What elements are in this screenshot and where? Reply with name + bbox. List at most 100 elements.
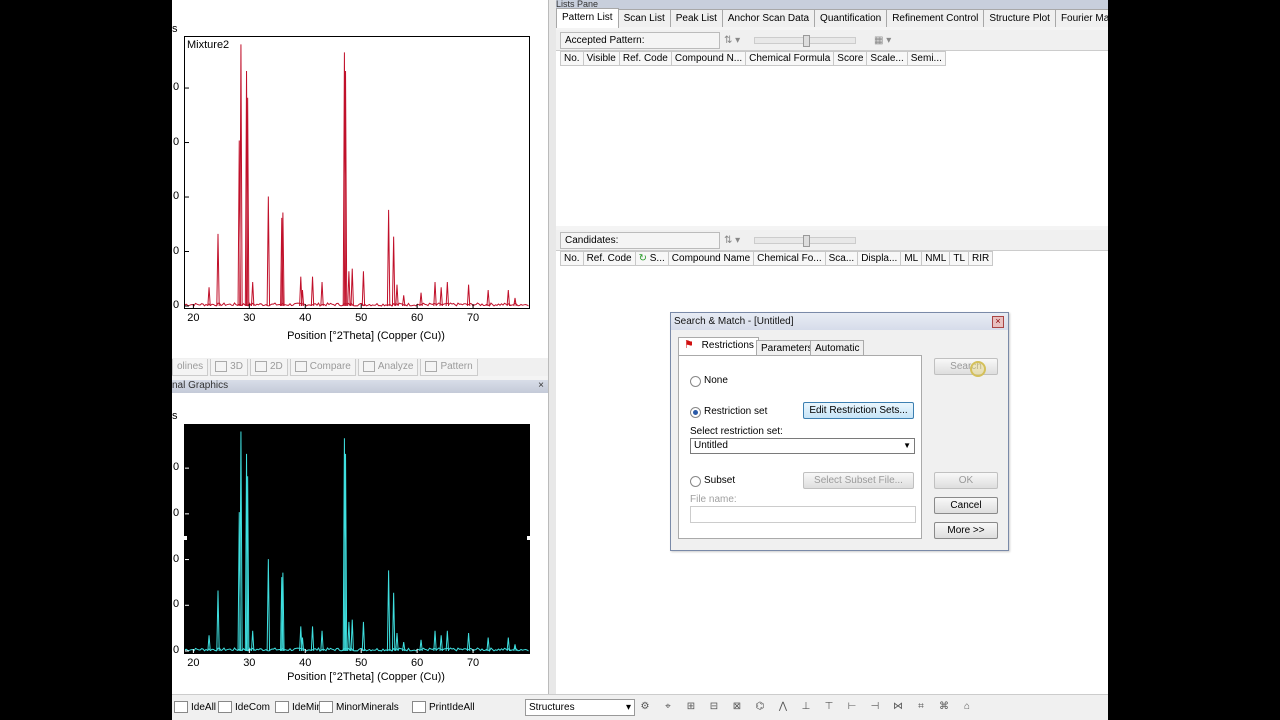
column-header[interactable]: Compound Name (668, 251, 755, 266)
toolbar-tool-icon[interactable]: ⌖ (661, 701, 675, 712)
diffraction-peak (391, 236, 396, 307)
grid-icon[interactable]: ▦ ▾ (874, 35, 891, 46)
toolbar-tool-icon[interactable]: ⊠ (730, 701, 744, 712)
top-plot-frame[interactable]: Mixture2 (184, 36, 530, 309)
restriction-set-radio[interactable] (690, 407, 701, 418)
none-radio[interactable] (690, 376, 701, 387)
edit-restriction-sets-button[interactable]: Edit Restriction Sets... (803, 402, 914, 419)
diffraction-peak (486, 637, 490, 652)
toolbar-tool-icon[interactable]: ⊢ (845, 701, 859, 712)
subset-radio[interactable] (690, 476, 701, 487)
toolbar-icon (218, 701, 232, 713)
file-name-input[interactable] (690, 506, 916, 523)
column-header[interactable]: Chemical Formula (746, 51, 835, 66)
toolbar-button-ideall[interactable]: IdeAll (174, 701, 216, 713)
toolbar-tool-icon[interactable]: ⌂ (960, 701, 974, 712)
view-tab-pattern[interactable]: Pattern (420, 358, 478, 376)
view-tab-compare[interactable]: Compare (289, 358, 356, 376)
diffraction-peak (250, 281, 255, 307)
tab-structure-plot[interactable]: Structure Plot (983, 9, 1056, 27)
column-header[interactable]: Displa... (858, 251, 902, 266)
diffraction-peak (266, 196, 271, 307)
toolbar-button-idecom[interactable]: IdeCom (218, 701, 270, 713)
search-button[interactable]: Search (934, 358, 998, 375)
column-header[interactable]: Score (834, 51, 868, 66)
diffraction-peak (361, 621, 366, 652)
column-header[interactable]: Scale... (867, 51, 908, 66)
diffraction-peak (391, 592, 396, 652)
tab-restrictions[interactable]: ⚑ Restrictions (678, 337, 759, 356)
column-header[interactable]: ML (901, 251, 923, 266)
column-header[interactable]: TL (950, 251, 970, 266)
restriction-set-value: Untitled (694, 440, 728, 451)
tab-fourier-map[interactable]: Fourier Map (1054, 9, 1108, 27)
ok-button[interactable]: OK (934, 472, 998, 489)
diffraction-peak (350, 268, 354, 307)
zoom-slider[interactable] (754, 35, 856, 47)
tab-peak-list[interactable]: Peak List (669, 9, 723, 27)
toolbar-tool-icon[interactable]: ⌬ (753, 701, 767, 712)
cancel-button[interactable]: Cancel (934, 497, 998, 514)
resize-handle-left[interactable] (183, 536, 187, 540)
top-pattern-plot (185, 44, 529, 308)
toolbar-button-printideall[interactable]: PrintIdeAll (412, 701, 475, 713)
x-tick-label: 30 (243, 312, 256, 324)
view-tab-2d[interactable]: 2D (249, 358, 288, 376)
toolbar-button-minorminerals[interactable]: MinorMinerals (319, 701, 399, 713)
column-header[interactable]: Sca... (825, 251, 859, 266)
y-tick-label: 0 (173, 299, 180, 311)
toolbar-tool-icon[interactable]: ⌘ (937, 701, 951, 712)
tab-pattern-list[interactable]: Pattern List (556, 8, 619, 28)
close-icon[interactable]: × (538, 380, 544, 391)
toolbar-tool-icon[interactable]: ⌗ (914, 701, 928, 712)
toolbar-button-idemin[interactable]: IdeMin (275, 701, 322, 713)
tab-quantification[interactable]: Quantification (814, 9, 888, 27)
toolbar-tool-icon[interactable]: ⊥ (799, 701, 813, 712)
restriction-set-select[interactable]: Untitled ▼ (690, 438, 915, 454)
tab-automatic[interactable]: Automatic (810, 340, 865, 356)
diffraction-peak (320, 281, 324, 307)
column-header[interactable]: ↻ S... (635, 251, 669, 266)
column-header[interactable]: Semi... (907, 51, 946, 66)
toolbar-button-label: IdeAll (191, 701, 217, 713)
column-header[interactable]: Compound N... (671, 51, 747, 66)
toolbar-tool-icon[interactable]: ⊞ (684, 701, 698, 712)
toolbar-button-label: IdeCom (235, 701, 271, 713)
column-header[interactable]: NML (922, 251, 951, 266)
column-header[interactable]: No. (560, 51, 584, 66)
tab-scan-list[interactable]: Scan List (617, 9, 671, 27)
toolbar-tool-icon[interactable]: ⚙ (638, 701, 652, 712)
structures-combo[interactable]: Structures ▾ (525, 699, 635, 716)
column-header[interactable]: Ref. Code (619, 51, 672, 66)
zoom-slider[interactable] (754, 235, 856, 247)
dialog-title: Search & Match - [Untitled] (671, 313, 1008, 330)
bottom-plot-frame[interactable] (183, 424, 531, 654)
toolbar-tool-icon[interactable]: ⋀ (776, 701, 790, 712)
column-header[interactable]: Ref. Code (583, 251, 636, 266)
select-subset-file-button[interactable]: Select Subset File... (803, 472, 914, 489)
y-tick-label: 0 (173, 644, 180, 656)
toolbar-tool-icon[interactable]: ⊤ (822, 701, 836, 712)
close-icon[interactable]: × (992, 316, 1004, 328)
column-header[interactable]: Visible (583, 51, 620, 66)
more-button[interactable]: More >> (934, 522, 998, 539)
bottom-pattern-plot (185, 431, 529, 653)
tab-parameters[interactable]: Parameters (756, 340, 818, 356)
toolbar-tool-icon[interactable]: ⋈ (891, 701, 905, 712)
tab-refinement-control[interactable]: Refinement Control (886, 9, 985, 27)
sort-icon[interactable]: ⇅ ▾ (724, 35, 740, 46)
lower-pane-title: nal Graphics (172, 380, 229, 391)
view-tab-olines[interactable]: olines (172, 358, 209, 376)
toolbar-tool-icon[interactable]: ⊣ (868, 701, 882, 712)
tab-anchor-scan-data[interactable]: Anchor Scan Data (721, 9, 816, 27)
view-tab-icon (254, 361, 267, 372)
sort-icon[interactable]: ⇅ ▾ (724, 235, 740, 246)
column-header[interactable]: No. (560, 251, 584, 266)
column-header[interactable]: RIR (969, 251, 994, 266)
column-header[interactable]: Chemical Fo... (754, 251, 826, 266)
view-tab-analyze[interactable]: Analyze (357, 358, 419, 376)
toolbar-icon (319, 701, 333, 713)
view-tab-3d[interactable]: 3D (210, 358, 248, 376)
toolbar-tool-icon[interactable]: ⊟ (707, 701, 721, 712)
resize-handle-right[interactable] (527, 536, 531, 540)
